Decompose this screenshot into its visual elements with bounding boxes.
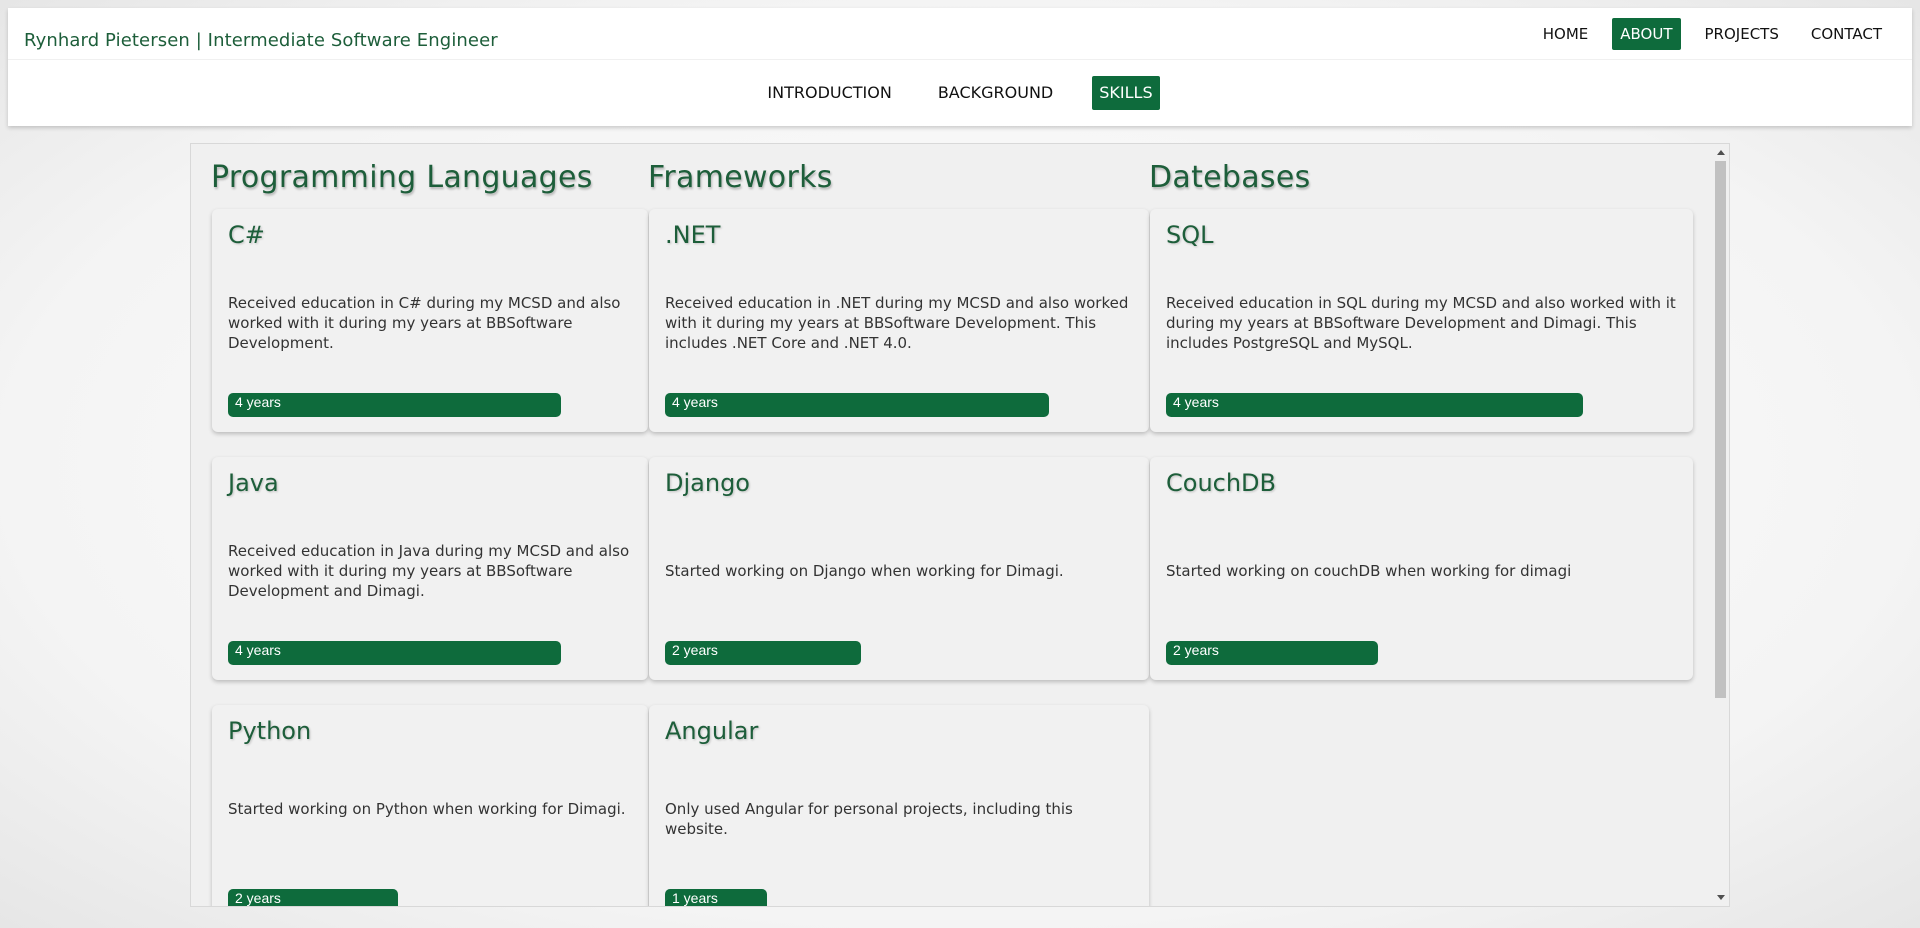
experience-bar: 2 years (228, 889, 398, 906)
skill-card-angular: Angular Only used Angular for personal p… (649, 705, 1149, 906)
experience-bar: 1 years (665, 889, 767, 906)
skill-title: SQL (1166, 221, 1214, 249)
skill-card-django: Django Started working on Django when wo… (649, 457, 1149, 680)
skill-description: Started working on couchDB when working … (1166, 562, 1572, 580)
nav-about[interactable]: ABOUT (1612, 18, 1681, 50)
experience-bar: 2 years (665, 641, 861, 665)
skill-title: Django (665, 469, 750, 497)
skill-title: C# (228, 221, 265, 249)
skill-description: Started working on Django when working f… (665, 562, 1064, 580)
nav-home[interactable]: HOME (1535, 18, 1597, 50)
scroll-up-arrow-icon[interactable] (1717, 150, 1725, 155)
scroll-down-arrow-icon[interactable] (1717, 895, 1725, 900)
experience-bar: 2 years (1166, 641, 1378, 665)
site-title[interactable]: Rynhard Pietersen | Intermediate Softwar… (24, 30, 498, 51)
vertical-scrollbar[interactable] (1713, 144, 1729, 906)
skill-description: Received education in Java during my MCS… (228, 542, 630, 600)
skills-panel: Programming Languages Frameworks Datebas… (190, 143, 1730, 907)
skill-card-dotnet: .NET Received education in .NET during m… (649, 209, 1149, 432)
experience-bar: 4 years (665, 393, 1049, 417)
column-heading-frameworks: Frameworks (648, 160, 833, 195)
skill-title: .NET (665, 221, 721, 249)
skill-title: Java (228, 469, 279, 497)
skill-title: CouchDB (1166, 469, 1277, 497)
nav-contact[interactable]: CONTACT (1803, 18, 1890, 50)
skill-card-couchdb: CouchDB Started working on couchDB when … (1150, 457, 1693, 680)
skill-description: Received education in SQL during my MCSD… (1166, 294, 1676, 352)
skill-title: Angular (665, 717, 759, 745)
tab-background[interactable]: BACKGROUND (931, 76, 1060, 110)
experience-bar: 4 years (228, 393, 561, 417)
skill-card-csharp: C# Received education in C# during my MC… (212, 209, 648, 432)
column-heading-databases: Datebases (1149, 160, 1311, 195)
tab-skills[interactable]: SKILLS (1092, 76, 1160, 110)
experience-bar: 4 years (1166, 393, 1583, 417)
column-heading-programming-languages: Programming Languages (211, 160, 593, 195)
skill-description: Started working on Python when working f… (228, 800, 626, 818)
skill-description: Received education in .NET during my MCS… (665, 294, 1129, 352)
skill-title: Python (228, 717, 312, 745)
skill-card-python: Python Started working on Python when wo… (212, 705, 648, 906)
top-navigation-bar: Rynhard Pietersen | Intermediate Softwar… (8, 8, 1912, 126)
about-subnav: INTRODUCTION BACKGROUND SKILLS (8, 76, 1912, 110)
main-nav: HOME ABOUT PROJECTS CONTACT (1519, 18, 1890, 50)
skill-description: Only used Angular for personal projects,… (665, 800, 1073, 838)
tab-introduction[interactable]: INTRODUCTION (760, 76, 898, 110)
skill-description: Received education in C# during my MCSD … (228, 294, 621, 352)
header-divider (8, 59, 1912, 60)
skill-card-sql: SQL Received education in SQL during my … (1150, 209, 1693, 432)
scrollbar-thumb[interactable] (1715, 161, 1726, 698)
skill-card-java: Java Received education in Java during m… (212, 457, 648, 680)
experience-bar: 4 years (228, 641, 561, 665)
nav-projects[interactable]: PROJECTS (1697, 18, 1787, 50)
